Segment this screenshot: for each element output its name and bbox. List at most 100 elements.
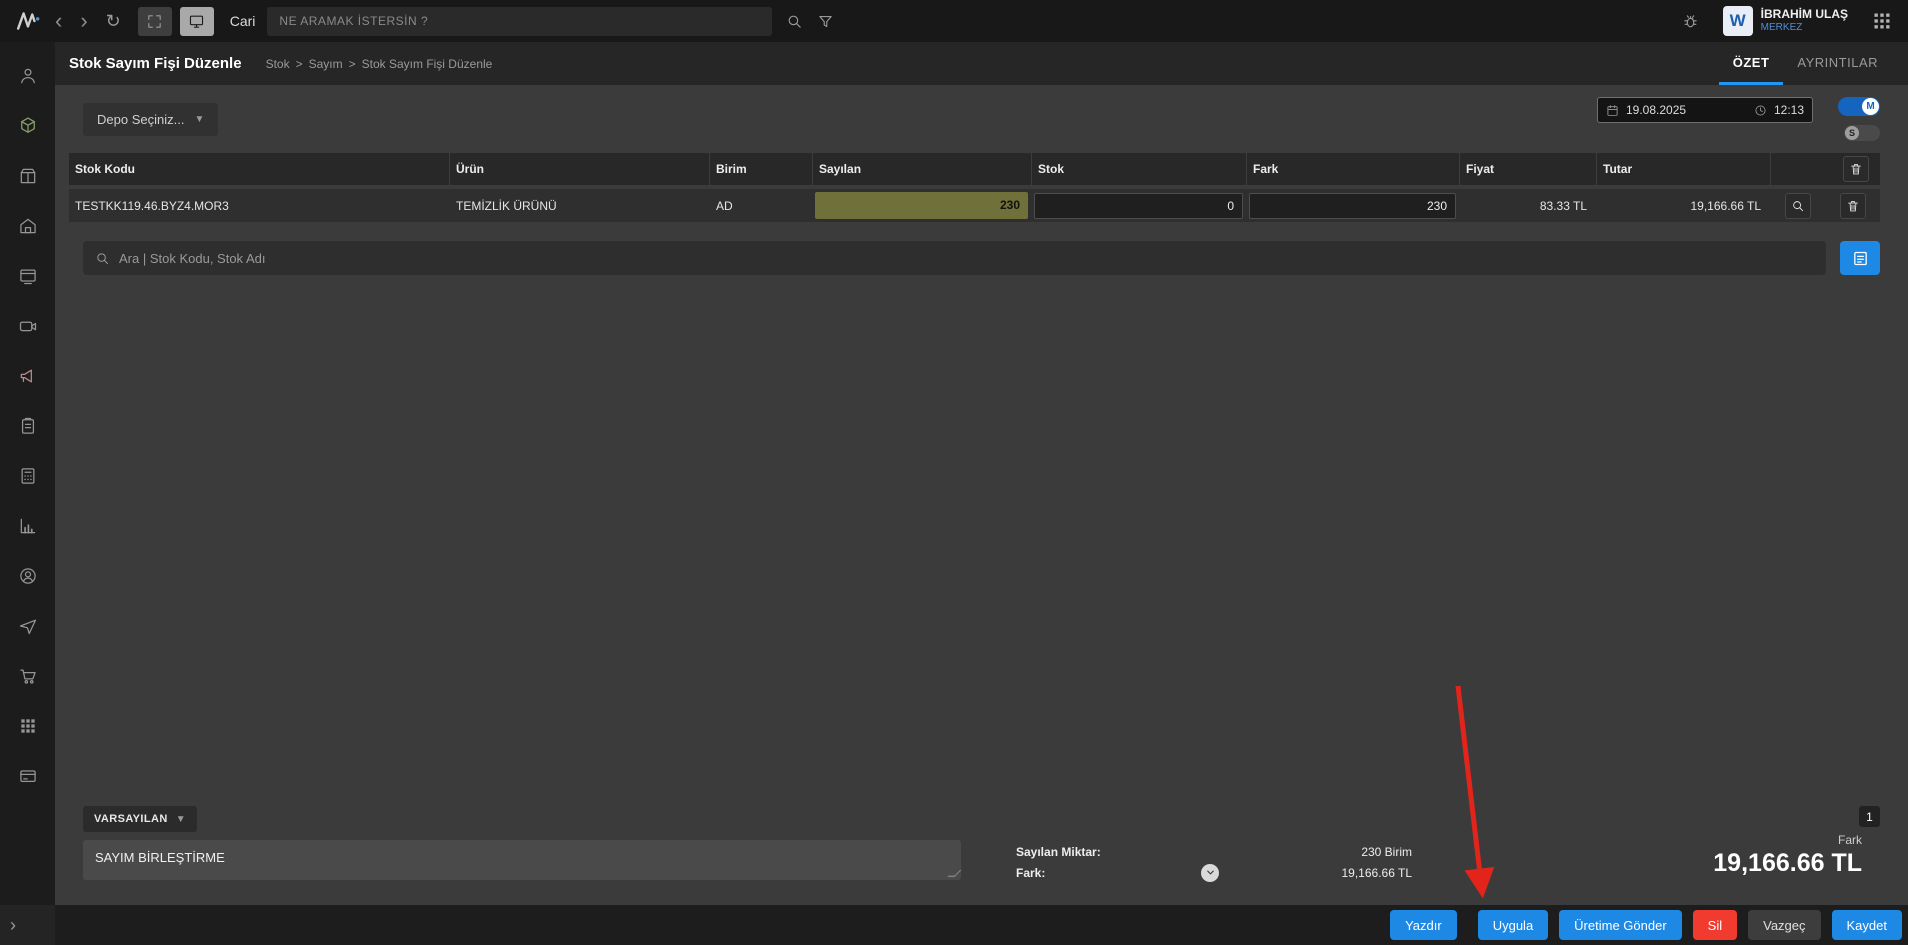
grand-total-label: Fark <box>1713 833 1862 847</box>
sidebar-item-products[interactable] <box>10 108 46 144</box>
nav-forward-icon[interactable]: › <box>71 7 96 35</box>
preset-dropdown[interactable]: VARSAYILAN ▼ <box>83 806 197 832</box>
column-header[interactable]: Stok <box>1032 153 1247 185</box>
kaydet-button[interactable]: Kaydet <box>1832 910 1902 940</box>
page-title: Stok Sayım Fişi Düzenle <box>69 55 242 72</box>
fullscreen-icon <box>146 13 163 30</box>
calculator-icon <box>18 466 38 486</box>
column-header[interactable]: Sayılan <box>813 153 1032 185</box>
chevron-down-icon <box>1205 867 1216 878</box>
sidebar-item-inventory[interactable] <box>10 158 46 194</box>
column-header[interactable]: Ürün <box>450 153 710 185</box>
sidebar-item-camera[interactable] <box>10 308 46 344</box>
column-header[interactable]: Fiyat <box>1460 153 1597 185</box>
app-logo-icon[interactable] <box>12 7 46 35</box>
warehouse-select-dropdown[interactable]: Depo Seçiniz... ▼ <box>83 103 218 136</box>
document-time: 12:13 <box>1774 103 1804 117</box>
sidebar-item-purchasing[interactable] <box>10 658 46 694</box>
column-header[interactable]: Birim <box>710 153 813 185</box>
sidebar-nav: › <box>0 42 55 945</box>
row-delete-button[interactable] <box>1840 193 1866 219</box>
toggle-s[interactable]: S <box>1844 125 1880 141</box>
sidebar-item-orders[interactable] <box>10 408 46 444</box>
stock-search-bar <box>83 241 1826 275</box>
table-header: Stok Kodu Ürün Birim Sayılan Stok Fark F… <box>69 153 1880 185</box>
toggle-m[interactable]: M <box>1838 97 1880 116</box>
tab-ayrintilar[interactable]: AYRINTILAR <box>1783 42 1892 85</box>
paper-plane-icon <box>18 616 38 636</box>
row-detail-button[interactable] <box>1785 193 1811 219</box>
breadcrumb-item[interactable]: Sayım <box>309 57 343 71</box>
debug-bug-icon[interactable] <box>1682 13 1699 30</box>
cari-button[interactable]: Cari <box>230 13 256 29</box>
top-bar: ‹ › ↻ Cari W İBRAHİM ULAŞ MERKEZ <box>0 0 1908 42</box>
column-header[interactable]: Fark <box>1247 153 1460 185</box>
toggle-m-knob: M <box>1862 98 1879 115</box>
sidebar-item-apps[interactable] <box>10 708 46 744</box>
global-search-input[interactable] <box>267 7 772 36</box>
sidebar-expand-button[interactable]: › <box>0 905 55 945</box>
cell-fark: 230 <box>1247 189 1460 222</box>
filter-icon[interactable] <box>817 13 834 30</box>
page-header: Stok Sayım Fişi Düzenle Stok > Sayım > S… <box>55 42 1908 85</box>
cell-tutar: 19,166.66 TL <box>1597 189 1771 222</box>
document-date: 19.08.2025 <box>1626 103 1747 117</box>
cell-stok-kodu: TESTKK119.46.BYZ4.MOR3 <box>69 189 450 222</box>
action-bar: Yazdır Uygula Üretime Gönder Sil Vazgeç … <box>55 905 1908 945</box>
search-icon[interactable] <box>786 13 803 30</box>
user-avatar[interactable]: W <box>1723 6 1753 36</box>
stock-list-button[interactable] <box>1840 241 1880 275</box>
uretime-gonder-button[interactable]: Üretime Gönder <box>1559 910 1681 940</box>
yazdir-button[interactable]: Yazdır <box>1390 910 1457 940</box>
uygula-button[interactable]: Uygula <box>1478 910 1548 940</box>
sil-button[interactable]: Sil <box>1693 910 1737 940</box>
megaphone-icon <box>18 366 38 386</box>
monitor-icon <box>188 13 205 30</box>
cart-icon <box>18 666 38 686</box>
vazgec-button[interactable]: Vazgeç <box>1748 910 1820 940</box>
sidebar-item-reports[interactable] <box>10 508 46 544</box>
sidebar-item-payments[interactable] <box>10 758 46 794</box>
stok-input[interactable]: 0 <box>1034 193 1243 219</box>
person-icon <box>18 66 38 86</box>
document-datetime-field[interactable]: 19.08.2025 12:13 <box>1597 97 1813 123</box>
fark-input[interactable]: 230 <box>1249 193 1456 219</box>
main-content: Depo Seçiniz... ▼ 19.08.2025 12:13 M S S… <box>55 85 1908 905</box>
fullscreen-button[interactable] <box>138 7 172 36</box>
preset-dropdown-label: VARSAYILAN <box>94 813 168 825</box>
cell-stok: 0 <box>1032 189 1247 222</box>
sidebar-item-shipping[interactable] <box>10 608 46 644</box>
apps-menu-icon[interactable] <box>1872 11 1892 31</box>
sidebar-item-warehouse[interactable] <box>10 208 46 244</box>
column-header[interactable]: Stok Kodu <box>69 153 450 185</box>
list-icon <box>1852 250 1869 267</box>
tab-ozet[interactable]: ÖZET <box>1719 42 1784 85</box>
nav-back-icon[interactable]: ‹ <box>46 7 71 35</box>
user-info[interactable]: İBRAHİM ULAŞ MERKEZ <box>1761 8 1848 33</box>
note-textarea[interactable]: SAYIM BİRLEŞTİRME <box>83 840 961 880</box>
column-header[interactable]: Tutar <box>1597 153 1771 185</box>
breadcrumb-item[interactable]: Stok <box>266 57 290 71</box>
cell-birim: AD <box>710 189 813 222</box>
display-mode-button[interactable] <box>180 7 214 36</box>
app-screen: ‹ › ↻ Cari W İBRAHİM ULAŞ MERKEZ Sto <box>0 0 1908 945</box>
refresh-icon[interactable]: ↻ <box>97 11 130 32</box>
cube-icon <box>18 116 38 136</box>
sidebar-item-campaigns[interactable] <box>10 358 46 394</box>
screen-icon <box>18 266 38 286</box>
user-branch: MERKEZ <box>1761 22 1848 34</box>
expand-totals-button[interactable] <box>1201 864 1219 882</box>
stock-search-input[interactable] <box>119 251 1814 266</box>
cell-urun: TEMİZLİK ÜRÜNÜ <box>450 189 710 222</box>
table-row[interactable]: TESTKK119.46.BYZ4.MOR3 TEMİZLİK ÜRÜNÜ AD… <box>69 189 1880 222</box>
sidebar-item-profile[interactable] <box>10 58 46 94</box>
chart-icon <box>18 516 38 536</box>
delete-all-rows-button[interactable] <box>1843 156 1869 182</box>
chevron-right-icon: › <box>10 915 16 936</box>
sayilan-input[interactable]: 230 <box>815 192 1028 219</box>
sidebar-item-customers[interactable] <box>10 558 46 594</box>
sidebar-item-pos[interactable] <box>10 258 46 294</box>
box-icon <box>18 166 38 186</box>
sidebar-item-accounting[interactable] <box>10 458 46 494</box>
chevron-down-icon: ▼ <box>194 114 204 125</box>
